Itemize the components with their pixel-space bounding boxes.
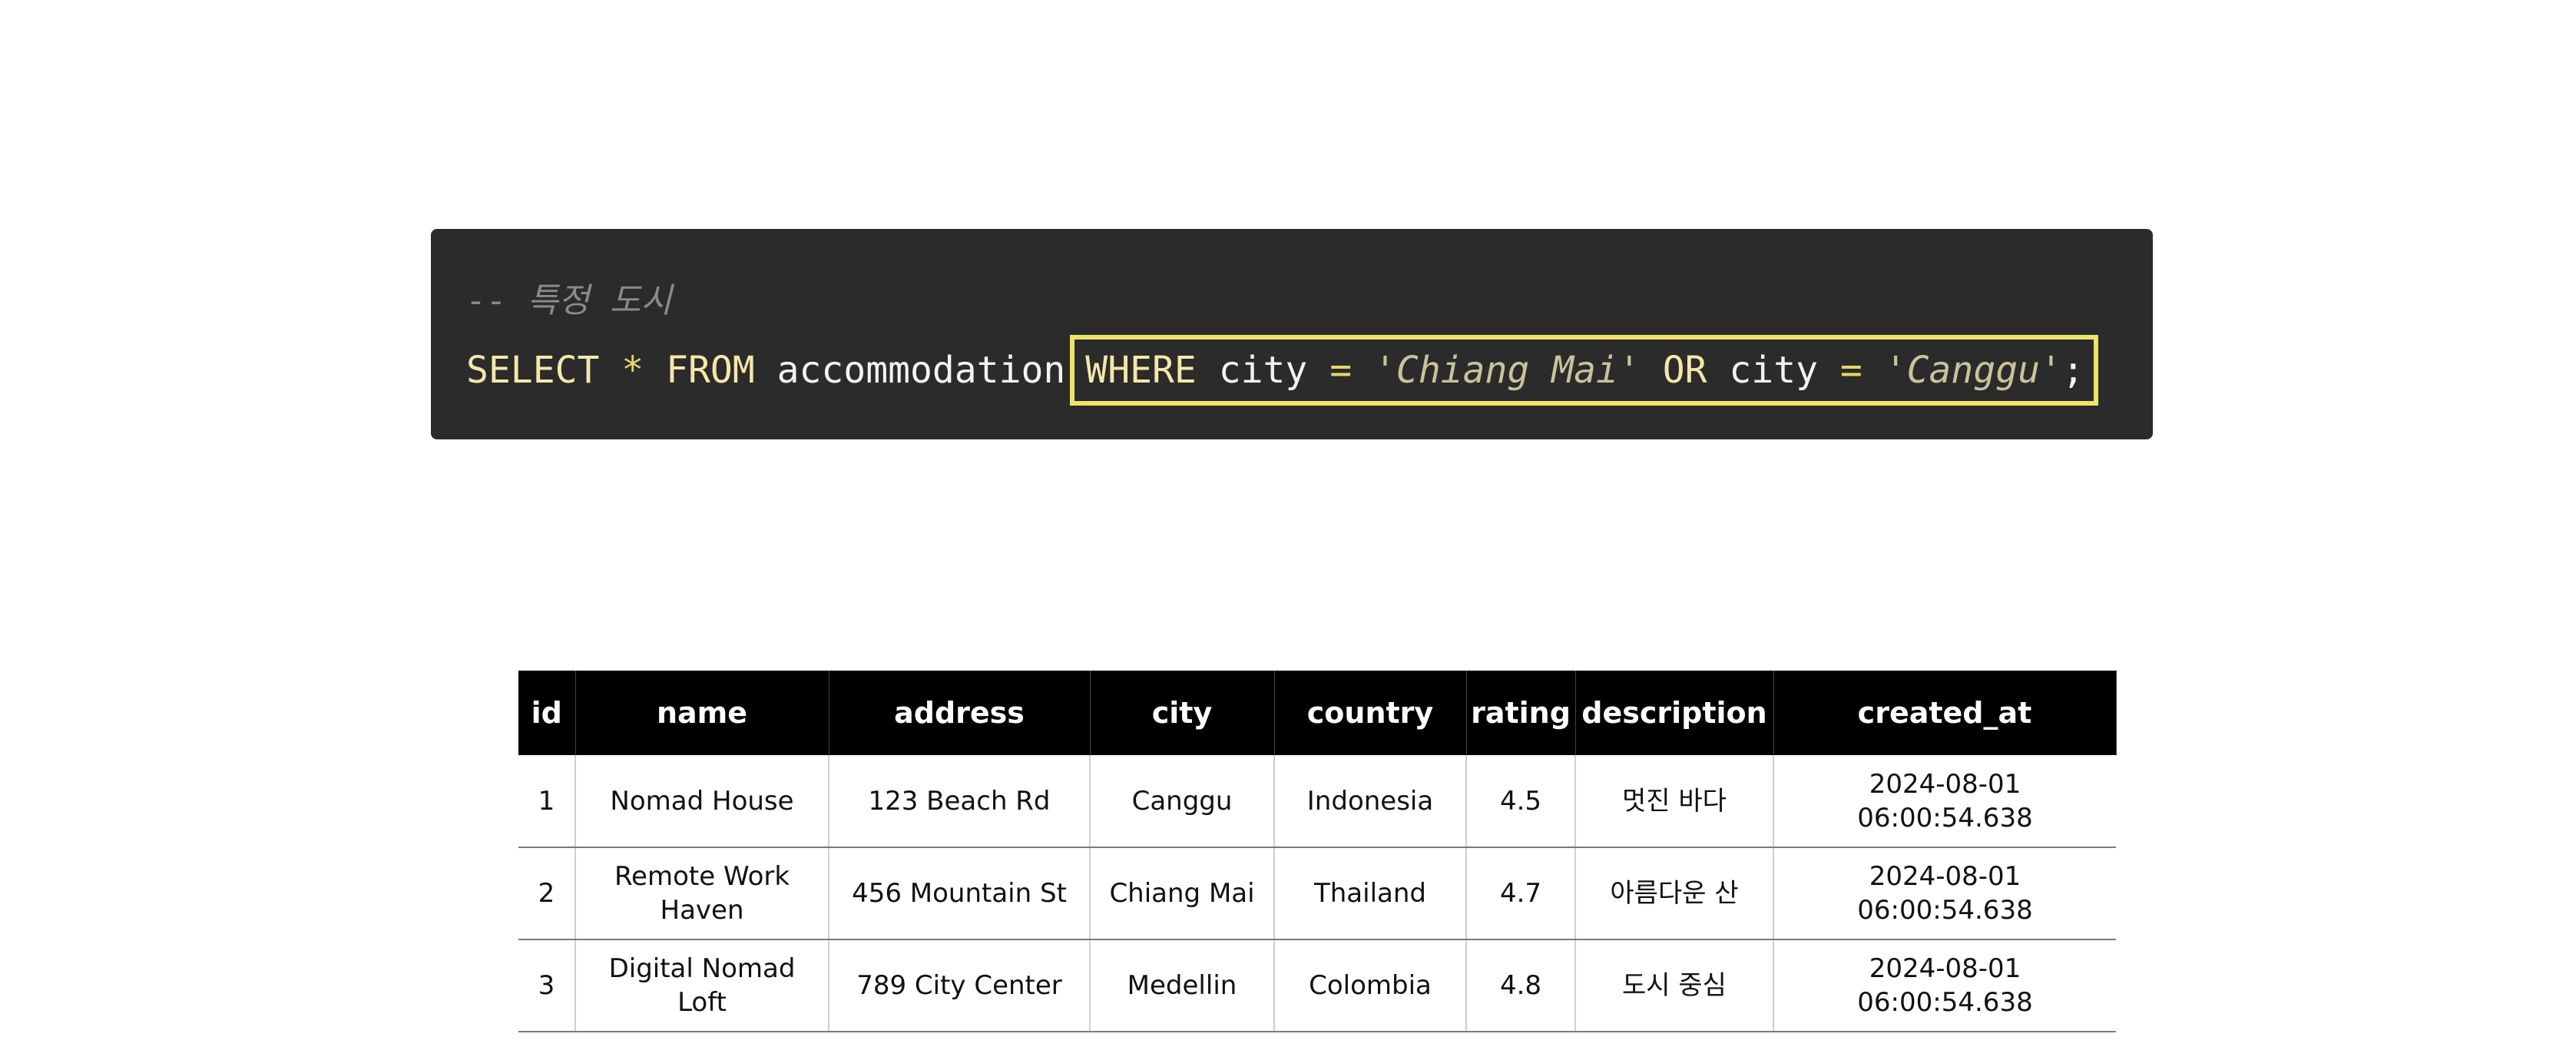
sql-comment: -- 특정 도시 (466, 281, 672, 320)
cell-city: Canggu (1090, 755, 1275, 848)
cell-address: 123 Beach Rd (829, 755, 1091, 848)
cell-created-at: 2024-08-01 06:00:54.638 (1773, 847, 2116, 940)
column-header-country: country (1274, 671, 1467, 755)
cell-description: 아름다운 산 (1575, 847, 1774, 940)
sql-column-1: city (1218, 349, 1308, 392)
cell-rating: 4.5 (1466, 755, 1576, 848)
where-clause-highlight: WHERE city = 'Chiang Mai' OR city = 'Can… (1070, 335, 2098, 406)
sql-star: * (621, 349, 644, 392)
column-header-city: city (1090, 671, 1275, 755)
result-table-container: id name address city country rating desc… (518, 671, 2117, 1032)
table-header-row: id name address city country rating desc… (518, 671, 2117, 755)
sql-column-2: city (1729, 349, 1818, 392)
cell-rating: 4.7 (1466, 847, 1576, 940)
cell-description: 멋진 바다 (1575, 755, 1774, 848)
cell-address: 789 City Center (829, 939, 1091, 1032)
table-row: 1 Nomad House 123 Beach Rd Canggu Indone… (518, 755, 2116, 848)
cell-rating: 4.8 (1466, 939, 1576, 1032)
cell-id: 3 (518, 939, 576, 1032)
cell-created-at: 2024-08-01 06:00:54.638 (1773, 755, 2116, 848)
column-header-created-at: created_at (1773, 671, 2117, 755)
column-header-rating: rating (1466, 671, 1576, 755)
column-header-name: name (575, 671, 829, 755)
cell-id: 1 (518, 755, 576, 848)
column-header-address: address (829, 671, 1091, 755)
cell-name: Nomad House (575, 755, 829, 848)
cell-country: Thailand (1274, 847, 1467, 940)
sql-equals-1: = (1329, 349, 1353, 392)
cell-address: 456 Mountain St (829, 847, 1091, 940)
table-row: 2 Remote Work Haven 456 Mountain St Chia… (518, 847, 2116, 940)
sql-value-2: 'Canggu' (1884, 349, 2062, 392)
column-header-id: id (518, 671, 576, 755)
result-table: id name address city country rating desc… (518, 671, 2117, 1032)
cell-description: 도시 중심 (1575, 939, 1774, 1032)
sql-value-1: 'Chiang Mai' (1374, 349, 1641, 392)
sql-semicolon: ; (2061, 349, 2084, 392)
cell-name: Digital Nomad Loft (575, 939, 829, 1032)
cell-country: Indonesia (1274, 755, 1467, 848)
sql-keyword-where: WHERE (1085, 349, 1197, 392)
cell-city: Chiang Mai (1090, 847, 1275, 940)
sql-table-name: accommodation (776, 349, 1066, 392)
cell-country: Colombia (1274, 939, 1467, 1032)
sql-code-block: -- 특정 도시 SELECT * FROM accommodation WHER… (431, 229, 2153, 439)
sql-equals-2: = (1839, 349, 1862, 392)
cell-id: 2 (518, 847, 576, 940)
sql-statement: SELECT * FROM accommodation WHERE city = … (466, 335, 2098, 406)
table-row: 3 Digital Nomad Loft 789 City Center Med… (518, 939, 2116, 1032)
sql-keyword-from: FROM (666, 349, 755, 392)
sql-keyword-or: OR (1662, 349, 1707, 392)
cell-city: Medellin (1090, 939, 1275, 1032)
column-header-description: description (1575, 671, 1774, 755)
sql-keyword-select: SELECT (466, 349, 600, 392)
cell-name: Remote Work Haven (575, 847, 829, 940)
cell-created-at: 2024-08-01 06:00:54.638 (1773, 939, 2116, 1032)
